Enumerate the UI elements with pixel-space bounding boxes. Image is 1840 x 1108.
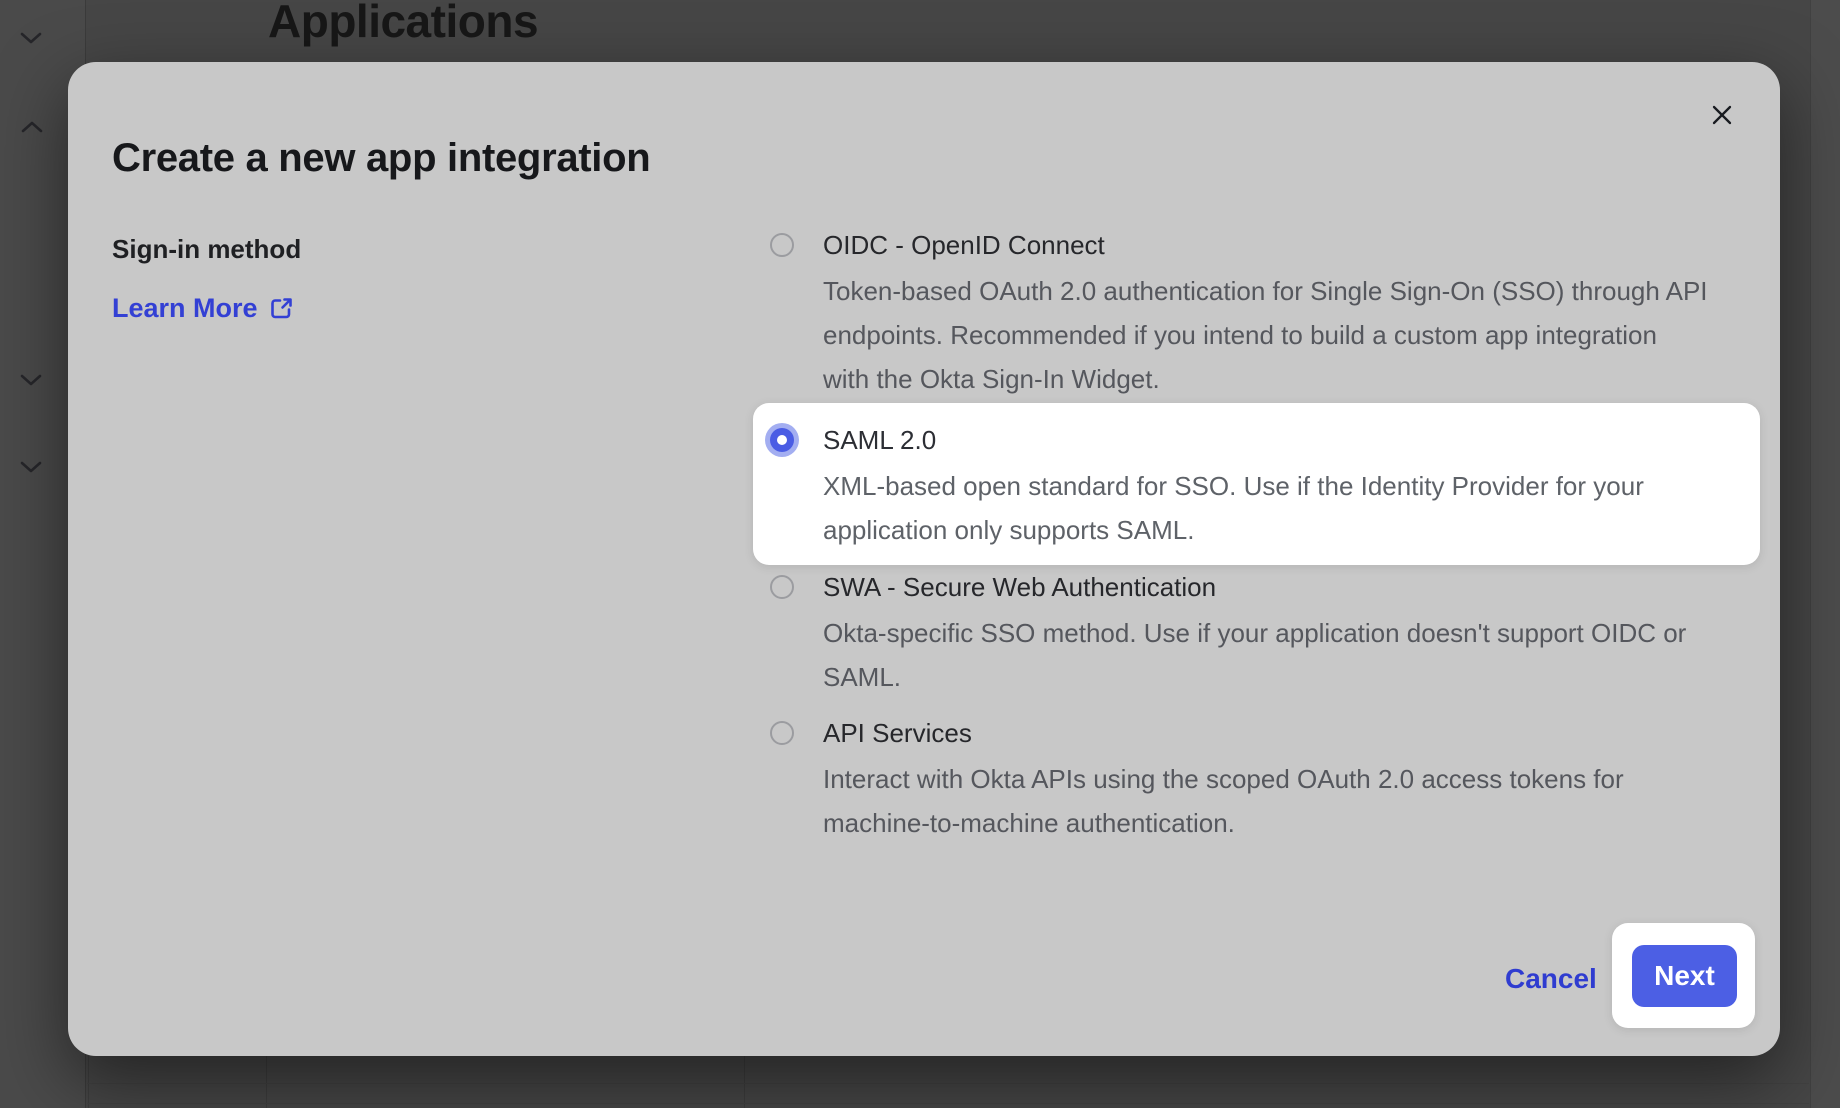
external-link-icon [268, 295, 295, 322]
option-swa-label: SWA - Secure Web Authentication [823, 563, 1760, 611]
radio-unselected-icon[interactable] [770, 233, 794, 257]
next-button-spotlight: Next [1612, 923, 1755, 1028]
background-scrollbar-track [1810, 0, 1840, 1108]
dialog-title: Create a new app integration [112, 136, 650, 181]
page-title: Applications [268, 0, 538, 48]
chevron-down-icon [18, 372, 44, 388]
option-oidc[interactable]: OIDC - OpenID Connect Token-based OAuth … [753, 221, 1760, 401]
option-saml-description: XML-based open standard for SSO. Use if … [823, 464, 1760, 552]
option-oidc-label: OIDC - OpenID Connect [823, 221, 1760, 269]
chevron-up-icon [19, 119, 45, 135]
background-table-line [87, 1103, 1809, 1104]
option-api-services[interactable]: API Services Interact with Okta APIs usi… [753, 709, 1760, 845]
option-api-description: Interact with Okta APIs using the scoped… [823, 757, 1760, 845]
chevron-down-icon [18, 30, 44, 46]
create-app-integration-dialog: Create a new app integration Sign-in met… [68, 62, 1780, 1056]
background-table-line [266, 1056, 267, 1108]
next-button[interactable]: Next [1632, 945, 1737, 1007]
background-table-line [87, 1083, 1809, 1084]
option-saml[interactable]: SAML 2.0 XML-based open standard for SSO… [753, 403, 1760, 565]
radio-unselected-icon[interactable] [770, 575, 794, 599]
option-swa[interactable]: SWA - Secure Web Authentication Okta-spe… [753, 563, 1760, 699]
cancel-button[interactable]: Cancel [1505, 957, 1597, 1001]
background-table-line [744, 1056, 745, 1108]
sign-in-method-label: Sign-in method [112, 234, 301, 265]
chevron-down-icon [18, 459, 44, 475]
radio-selected-icon[interactable] [770, 428, 794, 452]
learn-more-link[interactable]: Learn More [112, 293, 295, 324]
learn-more-label: Learn More [112, 293, 258, 324]
background-table-line [88, 1056, 89, 1108]
radio-unselected-icon[interactable] [770, 721, 794, 745]
option-swa-description: Okta-specific SSO method. Use if your ap… [823, 611, 1760, 699]
option-api-label: API Services [823, 709, 1760, 757]
option-saml-label: SAML 2.0 [823, 416, 1760, 464]
option-oidc-description: Token-based OAuth 2.0 authentication for… [823, 269, 1760, 401]
close-icon[interactable] [1706, 99, 1738, 131]
